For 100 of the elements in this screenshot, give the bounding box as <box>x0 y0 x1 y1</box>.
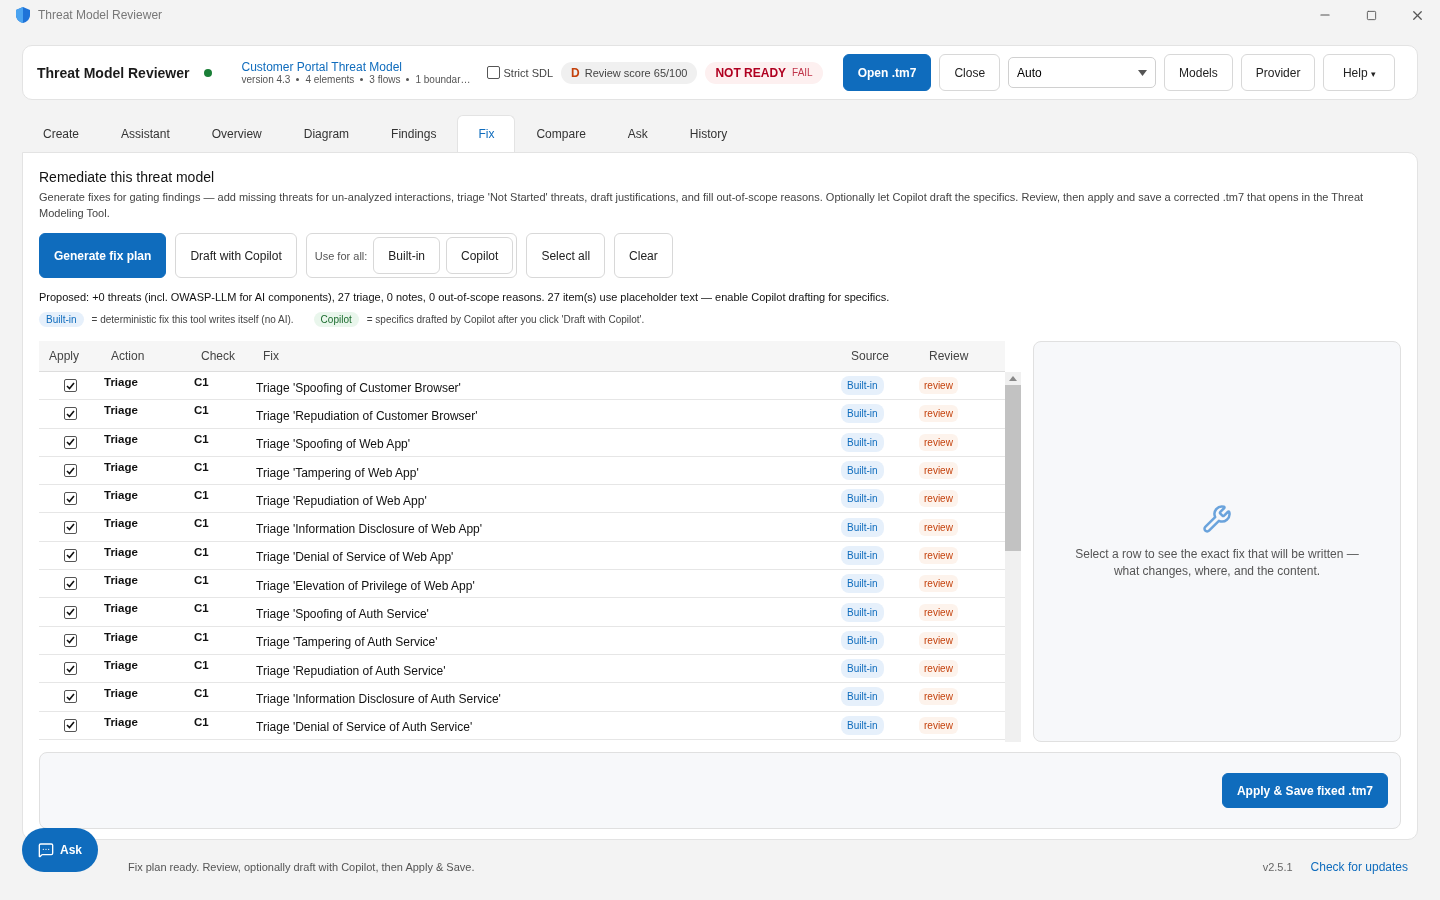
fix-cell-text: Triage 'Information Disclosure of Web App' <box>255 522 484 537</box>
check-updates-link[interactable]: Check for updates <box>1310 860 1408 874</box>
select-all-button[interactable]: Select all <box>526 233 606 278</box>
tab[interactable]: Fix <box>457 115 516 152</box>
model-meta: 4 elements <box>305 74 355 85</box>
review-tag: review <box>919 462 958 480</box>
action-cell-text: Triage <box>103 687 139 700</box>
column-header: Source <box>850 349 891 363</box>
review-tag: review <box>919 603 958 621</box>
tab[interactable]: Findings <box>370 115 458 152</box>
scroll-up-icon[interactable] <box>1009 376 1017 381</box>
apply-checkbox[interactable] <box>63 492 77 506</box>
check-cell-text: C1 <box>193 432 210 445</box>
apply-checkbox[interactable] <box>63 605 77 619</box>
strict-sdl-checkbox[interactable] <box>486 66 500 79</box>
check-cell-text: C1 <box>193 545 210 558</box>
action-cell-text: Triage <box>103 376 139 388</box>
source-option-button[interactable]: Built-in <box>373 237 440 274</box>
source-tag: Built-in <box>841 376 884 396</box>
source-tag: Copilot <box>313 312 359 327</box>
readiness-status-text: FAIL <box>792 67 813 78</box>
tab[interactable]: History <box>668 115 749 152</box>
fix-cell-text: Triage 'Denial of Service of Auth Service' <box>255 720 474 735</box>
generate-fix-plan-button[interactable]: Generate fix plan <box>39 233 167 278</box>
tab[interactable]: Ask <box>606 115 669 152</box>
review-tag: review <box>919 631 958 649</box>
model-meta: 3 flows <box>369 74 401 85</box>
model-title[interactable]: Customer Portal Threat Model <box>241 60 471 74</box>
source-tag: Built-in <box>841 659 884 679</box>
source-tag: Built-in <box>841 574 884 594</box>
caret-icon <box>1138 69 1148 76</box>
wrench-icon <box>1202 503 1232 534</box>
tab[interactable]: Assistant <box>100 115 191 152</box>
fix-cell-text: Triage 'Spoofing of Customer Browser' <box>255 380 462 395</box>
window-title: Threat Model Reviewer <box>38 8 164 22</box>
column-header: Fix <box>262 349 280 363</box>
check-cell-text: C1 <box>193 517 210 530</box>
fix-cell-text: Triage 'Denial of Service of Web App' <box>255 550 455 565</box>
check-cell-text: C1 <box>193 658 210 671</box>
provider-select[interactable]: Auto <box>1008 57 1157 88</box>
check-cell-text: C1 <box>193 687 210 700</box>
apply-checkbox[interactable] <box>63 690 77 704</box>
tab[interactable]: Overview <box>190 115 283 152</box>
check-cell-text: C1 <box>193 715 210 728</box>
ask-button[interactable]: Ask <box>22 828 98 872</box>
apply-checkbox[interactable] <box>63 577 77 591</box>
strict-sdl-label: Strict SDL <box>503 66 554 79</box>
legend-text: = specifics drafted by Copilot after you click 'Draft with Copilot'. <box>366 314 645 325</box>
source-option-button[interactable]: Copilot <box>446 237 514 274</box>
score-label: Review score 65/100 <box>584 66 688 79</box>
scrollbar[interactable] <box>1005 372 1021 742</box>
apply-checkbox[interactable] <box>63 464 77 478</box>
apply-checkbox[interactable] <box>63 633 77 647</box>
shield-icon <box>16 7 30 23</box>
separator-dot-icon <box>296 78 300 81</box>
fix-cell-text: Triage 'Spoofing of Auth Service' <box>255 607 430 621</box>
apply-checkbox[interactable] <box>63 407 77 421</box>
fix-cell-text: Triage 'Tampering of Web App' <box>255 465 420 480</box>
tab[interactable]: Compare <box>515 115 607 152</box>
apply-save-button[interactable]: Apply & Save fixed .tm7 <box>1221 773 1388 808</box>
close-model-button[interactable]: Close <box>939 54 1001 91</box>
source-tag: Built-in <box>841 489 884 509</box>
column-header: Apply <box>48 349 81 363</box>
action-cell-text: Triage <box>103 432 139 445</box>
score-grade: D <box>571 65 580 80</box>
clear-button[interactable]: Clear <box>614 233 673 278</box>
source-tag: Built-in <box>841 630 884 650</box>
provider-button[interactable]: Provider <box>1240 54 1316 91</box>
help-button[interactable]: Help ▾ <box>1323 54 1396 91</box>
source-tag: Built-in <box>841 517 884 537</box>
apply-checkbox[interactable] <box>63 718 77 732</box>
tab[interactable]: Create <box>22 115 101 152</box>
review-tag: review <box>919 518 958 536</box>
model-meta: 1 boundar… <box>415 74 471 85</box>
tab[interactable]: Diagram <box>282 115 371 152</box>
fix-cell-text: Triage 'Information Disclosure of Auth Service' <box>255 691 502 706</box>
draft-with-copilot-button[interactable]: Draft with Copilot <box>175 233 297 278</box>
status-message: Fix plan ready. Review, optionally draft with Copilot, then Apply & Save. <box>128 861 476 873</box>
action-cell-text: Triage <box>103 658 139 671</box>
apply-checkbox[interactable] <box>63 662 77 676</box>
column-header: Action <box>110 349 146 363</box>
detail-hint: Select a row to see the exact fix that will be written — what changes, where, and the content. <box>1074 545 1360 580</box>
source-tag: Built-in <box>841 687 884 707</box>
action-cell-text: Triage <box>103 715 139 728</box>
chat-icon <box>38 842 54 858</box>
apply-checkbox[interactable] <box>63 379 77 393</box>
open-button[interactable]: Open .tm7 <box>842 54 932 91</box>
apply-checkbox[interactable] <box>63 520 77 534</box>
apply-checkbox[interactable] <box>63 435 77 449</box>
source-tag: Built-in <box>841 602 884 622</box>
proposal-summary: Proposed: +0 threats (incl. OWASP-LLM for AI components), 27 triage, 0 notes, 0 out-of-scope reasons. 27 item(s) use placeholder text — enable Copilot drafting for specifics. <box>39 291 891 303</box>
column-header: Check <box>200 349 236 363</box>
fix-cell-text: Triage 'Elevation of Privilege of Web App' <box>255 578 476 593</box>
models-button[interactable]: Models <box>1164 54 1233 91</box>
section-description: Generate fixes for gating findings — add missing threats for un-analyzed interactions, triage 'Not Started' threats, draft justifications, and fill out-of-scope reasons. Optionally let Copilot draft the specifics. Review, then apply and save a corrected .tm7 that opens in the Threat Modeling Tool. <box>39 190 1365 221</box>
apply-checkbox[interactable] <box>63 548 77 562</box>
action-cell-text: Triage <box>103 574 139 587</box>
action-cell-text: Triage <box>103 545 139 558</box>
review-tag: review <box>919 546 958 564</box>
action-cell-text: Triage <box>103 517 139 530</box>
